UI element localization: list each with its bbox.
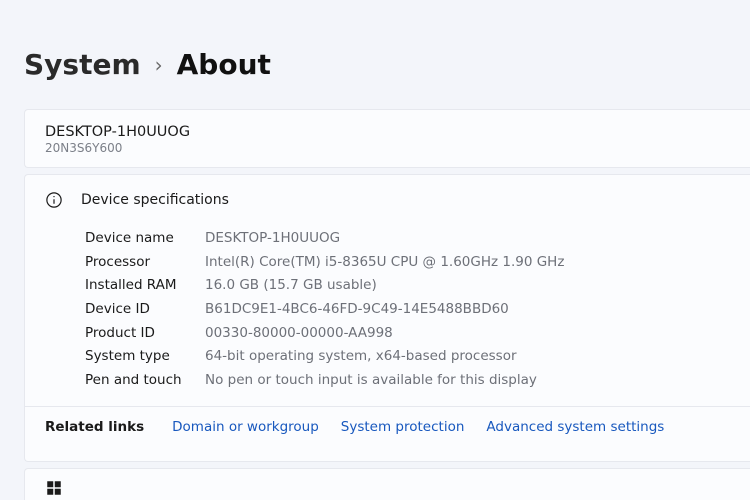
spec-label: Device name: [85, 227, 205, 251]
spec-label: Product ID: [85, 322, 205, 346]
spec-row: Device ID B61DC9E1-4BC6-46FD-9C49-14E548…: [85, 298, 730, 322]
link-domain-or-workgroup[interactable]: Domain or workgroup: [172, 419, 319, 435]
device-model: 20N3S6Y600: [45, 141, 730, 155]
breadcrumb-parent[interactable]: System: [24, 48, 141, 81]
spec-row: Product ID 00330-80000-00000-AA998: [85, 322, 730, 346]
device-name-header: DESKTOP-1H0UUOG: [45, 124, 730, 140]
windows-icon: [45, 479, 63, 497]
spec-row: Processor Intel(R) Core(TM) i5-8365U CPU…: [85, 251, 730, 275]
chevron-right-icon: ›: [155, 53, 163, 77]
spec-value: No pen or touch input is available for t…: [205, 369, 537, 393]
spec-value: DESKTOP-1H0UUOG: [205, 227, 340, 251]
spec-label: System type: [85, 345, 205, 369]
spec-label: Pen and touch: [85, 369, 205, 393]
related-links-row: Related links Domain or workgroup System…: [25, 406, 750, 447]
page-title: About: [177, 48, 271, 81]
spec-row: System type 64-bit operating system, x64…: [85, 345, 730, 369]
related-links-label: Related links: [45, 419, 144, 435]
device-specifications-card[interactable]: Device specifications Device name DESKTO…: [24, 174, 750, 462]
link-system-protection[interactable]: System protection: [341, 419, 465, 435]
info-icon: [45, 191, 63, 209]
spec-value: 64-bit operating system, x64-based proce…: [205, 345, 517, 369]
card-header[interactable]: Device specifications: [25, 175, 750, 223]
spec-row: Device name DESKTOP-1H0UUOG: [85, 227, 730, 251]
device-header-card: DESKTOP-1H0UUOG 20N3S6Y600: [24, 109, 750, 168]
device-specifications-table: Device name DESKTOP-1H0UUOG Processor In…: [25, 223, 750, 398]
spec-value: 00330-80000-00000-AA998: [205, 322, 393, 346]
spec-value: B61DC9E1-4BC6-46FD-9C49-14E5488BBD60: [205, 298, 509, 322]
card-title: Device specifications: [81, 192, 229, 208]
spec-label: Device ID: [85, 298, 205, 322]
link-advanced-system-settings[interactable]: Advanced system settings: [486, 419, 664, 435]
breadcrumb: System › About: [24, 48, 750, 81]
next-card[interactable]: [24, 468, 750, 500]
spec-label: Installed RAM: [85, 274, 205, 298]
spec-value: 16.0 GB (15.7 GB usable): [205, 274, 377, 298]
spec-value: Intel(R) Core(TM) i5-8365U CPU @ 1.60GHz…: [205, 251, 564, 275]
spec-label: Processor: [85, 251, 205, 275]
spec-row: Pen and touch No pen or touch input is a…: [85, 369, 730, 393]
spec-row: Installed RAM 16.0 GB (15.7 GB usable): [85, 274, 730, 298]
